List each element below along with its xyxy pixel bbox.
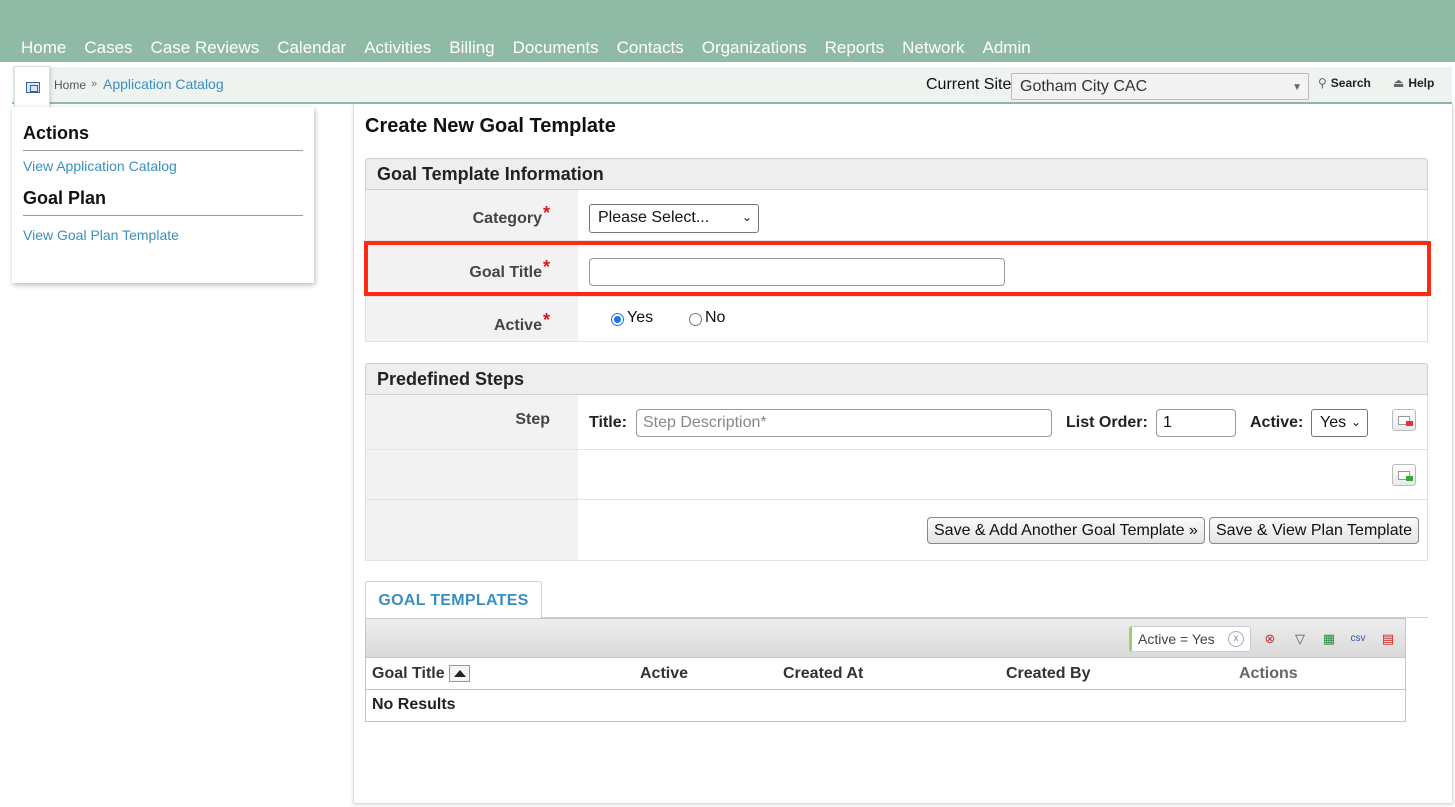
form-buttons-row: Save & Add Another Goal Template » Save … — [365, 500, 1428, 561]
nav-organizations[interactable]: Organizations — [702, 38, 807, 58]
category-label: Category* — [472, 203, 550, 227]
main-menu: Home Cases Case Reviews Calendar Activit… — [21, 38, 1049, 58]
breadcrumb-home[interactable]: Home — [54, 78, 86, 92]
goal-title-label: Goal Title* — [469, 257, 550, 281]
filter-chip-active[interactable]: Active = Yes x — [1129, 626, 1251, 652]
grid-body: No Results — [365, 690, 1406, 722]
active-no-label[interactable]: No — [705, 309, 725, 327]
required-marker: * — [542, 257, 550, 277]
help-icon: ⏏ — [1393, 76, 1405, 90]
remove-filter-icon[interactable]: x — [1228, 631, 1244, 647]
step-active-value: Yes — [1320, 414, 1347, 431]
filter-chip-label: Active = Yes — [1138, 631, 1215, 647]
help-label: Help — [1408, 76, 1435, 90]
category-row: Category* Please Select... ⌄ — [365, 190, 1428, 241]
add-step-button[interactable] — [1392, 464, 1416, 486]
clear-filter-icon[interactable]: ⊗ — [1259, 628, 1281, 650]
magnifier-icon: ⚲ — [1318, 76, 1327, 90]
breadcrumb-application-catalog[interactable]: Application Catalog — [103, 76, 224, 92]
excel-export-icon[interactable]: ▦ — [1318, 628, 1340, 650]
grid-toolbar: Active = Yes x ⊗ ▽ ▦ csv ▤ — [365, 618, 1406, 658]
goal-template-information-header: Goal Template Information — [365, 158, 1428, 190]
step-label: Step — [515, 411, 550, 428]
current-site-value: Gotham City CAC — [1020, 78, 1148, 95]
nav-home[interactable]: Home — [21, 38, 66, 58]
chevron-down-icon: ⌄ — [1350, 415, 1361, 429]
required-marker: * — [542, 310, 550, 330]
active-yes-radio[interactable] — [611, 313, 624, 326]
grid-header: Goal Title Active Created At Created By … — [365, 658, 1406, 690]
list-order-label: List Order: — [1066, 414, 1148, 431]
goal-title-input[interactable] — [589, 258, 1005, 286]
column-created-by[interactable]: Created By — [1006, 665, 1090, 683]
add-step-row — [365, 450, 1428, 500]
help-link[interactable]: ⏏ Help — [1393, 76, 1434, 90]
sidebar-goal-plan-title: Goal Plan — [23, 188, 303, 216]
search-link[interactable]: ⚲ Search — [1318, 76, 1371, 90]
nav-documents[interactable]: Documents — [513, 38, 599, 58]
tab-goal-templates[interactable]: GOAL TEMPLATES — [365, 581, 542, 618]
column-created-at[interactable]: Created At — [783, 665, 863, 683]
step-active-label: Active: — [1250, 414, 1304, 431]
dropdown-arrow-icon: ▼ — [1292, 82, 1302, 93]
active-row: Active* Yes No — [365, 297, 1428, 342]
csv-export-icon[interactable]: csv — [1347, 628, 1369, 650]
current-site-select[interactable]: Gotham City CAC ▼ — [1011, 73, 1309, 100]
step-description-input[interactable]: Step Description* — [636, 409, 1052, 437]
nav-billing[interactable]: Billing — [449, 38, 494, 58]
save-view-plan-template-button[interactable]: Save & View Plan Template — [1209, 517, 1419, 544]
search-label: Search — [1330, 76, 1371, 90]
remove-step-button[interactable] — [1392, 409, 1416, 431]
save-add-another-button[interactable]: Save & Add Another Goal Template » — [927, 517, 1205, 544]
required-marker: * — [542, 203, 550, 223]
no-results-text: No Results — [372, 696, 456, 713]
nav-case-reviews[interactable]: Case Reviews — [151, 38, 260, 58]
active-yes-label[interactable]: Yes — [627, 309, 653, 327]
nav-activities[interactable]: Activities — [364, 38, 431, 58]
main-panel: Create New Goal Template Goal Template I… — [353, 104, 1453, 804]
sidebar-actions-title: Actions — [23, 123, 303, 151]
nav-cases[interactable]: Cases — [84, 38, 132, 58]
predefined-steps-header: Predefined Steps — [365, 363, 1428, 395]
page-title: Create New Goal Template — [365, 115, 616, 137]
nav-network[interactable]: Network — [902, 38, 964, 58]
sidebar: Actions View Application Catalog Goal Pl… — [12, 107, 314, 283]
category-value: Please Select... — [598, 209, 710, 226]
sort-ascending-icon[interactable] — [449, 665, 470, 682]
nav-calendar[interactable]: Calendar — [277, 38, 346, 58]
active-no-radio[interactable] — [689, 313, 702, 326]
current-site-label: Current Site — [926, 76, 1012, 93]
top-navigation: Home Cases Case Reviews Calendar Activit… — [0, 0, 1455, 62]
column-active[interactable]: Active — [640, 665, 688, 683]
list-order-input[interactable]: 1 — [1156, 409, 1236, 437]
step-row: Step Title: Step Description* List Order… — [365, 395, 1428, 450]
view-goal-plan-template-link[interactable]: View Goal Plan Template — [23, 227, 179, 243]
app-catalog-toggle[interactable] — [14, 66, 50, 111]
active-label: Active* — [493, 310, 550, 334]
step-active-select[interactable]: Yes ⌄ — [1311, 409, 1368, 437]
goal-title-row: Goal Title* — [365, 241, 1428, 297]
breadcrumb-separator: » — [91, 78, 98, 90]
view-application-catalog-link[interactable]: View Application Catalog — [23, 158, 177, 174]
column-actions: Actions — [1239, 665, 1298, 682]
chevron-down-icon: ⌄ — [741, 210, 752, 224]
column-goal-title[interactable]: Goal Title — [372, 665, 445, 683]
nav-admin[interactable]: Admin — [983, 38, 1031, 58]
catalog-icon — [26, 82, 40, 93]
category-select[interactable]: Please Select... ⌄ — [589, 204, 759, 233]
step-title-label: Title: — [589, 414, 627, 431]
nav-reports[interactable]: Reports — [825, 38, 885, 58]
pdf-export-icon[interactable]: ▤ — [1377, 628, 1399, 650]
filter-icon[interactable]: ▽ — [1289, 628, 1311, 650]
nav-contacts[interactable]: Contacts — [617, 38, 684, 58]
breadcrumb-bar: Home » Application Catalog Current Site … — [12, 66, 1452, 111]
